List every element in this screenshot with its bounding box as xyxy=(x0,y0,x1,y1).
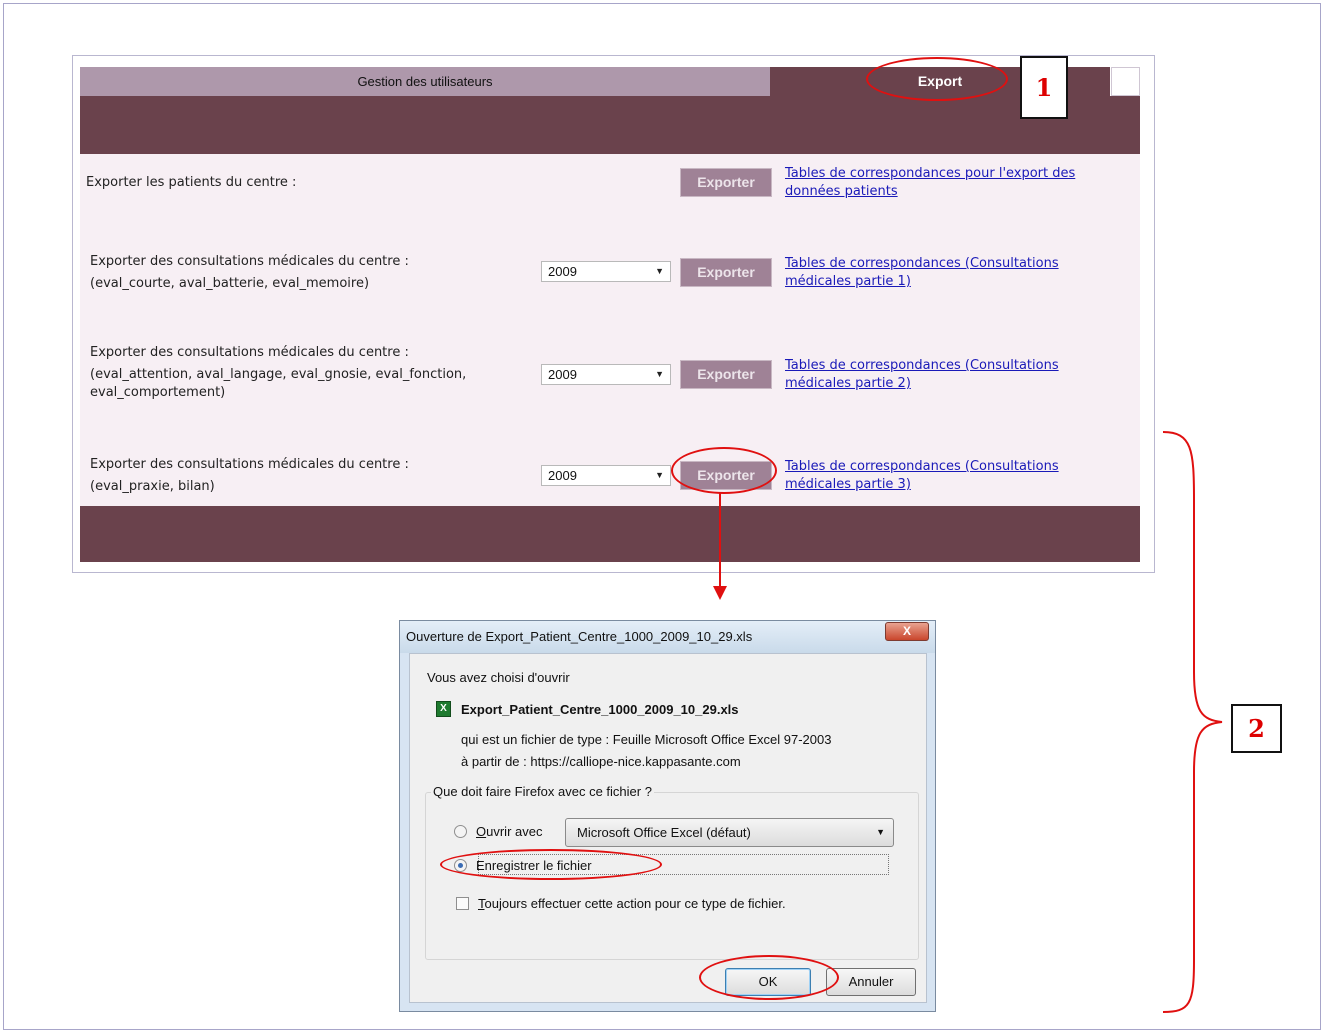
action-group-legend: Que doit faire Firefox avec ce fichier ? xyxy=(431,784,654,799)
dialog-titlebar[interactable]: Ouverture de Export_Patient_Centre_1000_… xyxy=(400,621,935,653)
dialog-body: Vous avez choisi d'ouvrir X Export_Patie… xyxy=(409,653,927,1003)
step-2-marker: 2 xyxy=(1231,704,1282,753)
open-with-app-select[interactable]: Microsoft Office Excel (défaut) ▼ xyxy=(565,818,894,847)
dialog-filename: Export_Patient_Centre_1000_2009_10_29.xl… xyxy=(461,702,739,717)
close-icon: X xyxy=(902,624,911,638)
curly-brace-icon xyxy=(1162,431,1223,1013)
file-source-line: à partir de : https://calliope-nice.kapp… xyxy=(461,754,741,769)
always-do-label[interactable]: Toujours effectuer cette action pour ce … xyxy=(478,896,786,911)
label-rest: uvrir avec xyxy=(486,824,543,839)
close-button[interactable]: X xyxy=(885,622,929,641)
always-do-checkbox[interactable] xyxy=(456,897,469,910)
selected-app: Microsoft Office Excel (défaut) xyxy=(577,825,751,840)
cancel-button[interactable]: Annuler xyxy=(826,968,916,996)
file-type-line: qui est un fichier de type : Feuille Mic… xyxy=(461,732,832,747)
highlight-ellipse-save-option xyxy=(440,849,662,880)
accel-key: O xyxy=(476,824,487,839)
open-with-label[interactable]: Ouvrir avec xyxy=(476,824,542,839)
dialog-intro: Vous avez choisi d'ouvrir xyxy=(427,670,570,685)
arrow-head-icon xyxy=(713,586,727,600)
label-rest: oujours effectuer cette action pour ce t… xyxy=(484,896,786,911)
highlight-ellipse-ok-button xyxy=(699,955,839,1000)
chevron-down-icon: ▼ xyxy=(876,827,885,837)
radio-open-with[interactable] xyxy=(454,825,467,838)
open-file-dialog: Ouverture de Export_Patient_Centre_1000_… xyxy=(399,620,936,1012)
dialog-title: Ouverture de Export_Patient_Centre_1000_… xyxy=(406,629,753,644)
excel-file-icon: X xyxy=(436,701,451,717)
